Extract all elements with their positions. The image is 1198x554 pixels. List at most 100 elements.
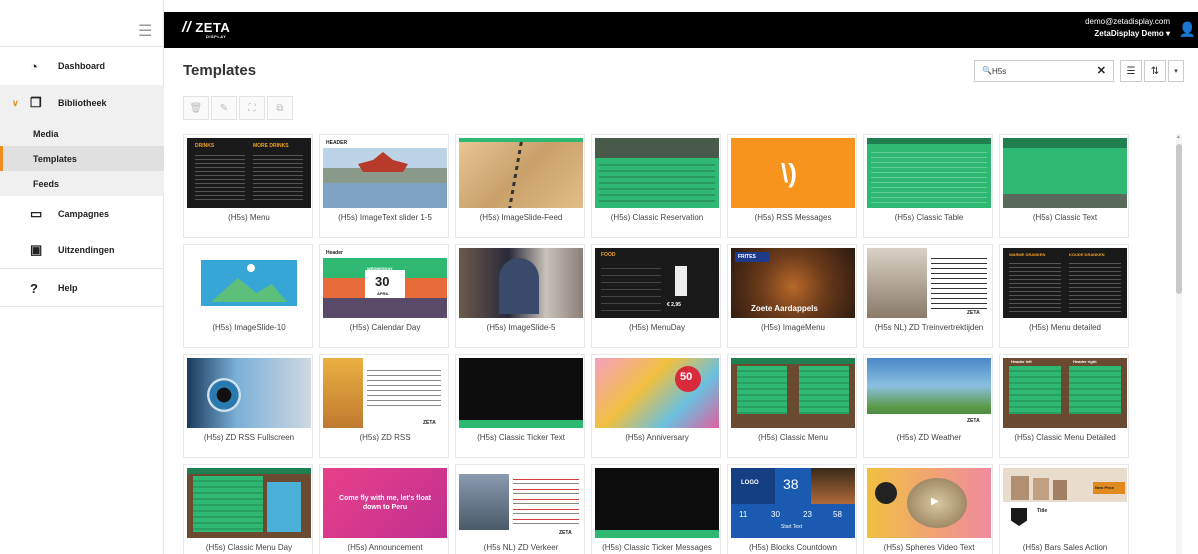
template-thumbnail: ZETA xyxy=(459,468,583,538)
template-card[interactable]: FOOD € 2,95 (H5s) MenuDay xyxy=(591,244,721,348)
help-icon: ? xyxy=(30,280,38,296)
action-toolbar: 🗑 ✎ ⛶ ⧉ xyxy=(183,96,293,120)
preview-button[interactable]: ⛶ xyxy=(239,96,265,120)
template-name: (H5s) Classic Ticker Messages xyxy=(602,543,712,552)
template-card[interactable]: (H5s) Classic Ticker Messages xyxy=(591,464,721,554)
template-thumbnail: Come fly with me, let's float down to Pe… xyxy=(323,468,447,538)
delete-button[interactable]: 🗑 xyxy=(183,96,209,120)
scroll-up-icon[interactable]: ▲ xyxy=(1176,134,1181,140)
template-card[interactable]: DRINKS MORE DRINKS (H5s) Menu xyxy=(183,134,313,238)
template-name: (H5s) Classic Table xyxy=(894,213,964,222)
thumb-text: FOOD xyxy=(601,252,616,258)
chevron-down-icon: ▾ xyxy=(1174,68,1178,75)
template-card[interactable]: HEADER (H5s) ImageText slider 1-5 xyxy=(319,134,449,238)
zeta-logo[interactable]: //ZETA DISPLAY xyxy=(182,19,230,39)
template-card[interactable]: (H5s) Classic Reservation xyxy=(591,134,721,238)
template-thumbnail: Header WEDNESDAY 30 APRIL xyxy=(323,248,447,318)
thumb-text: WARME DRANKEN xyxy=(1009,252,1046,257)
scrollbar-thumb[interactable] xyxy=(1176,144,1182,294)
sidebar-subitem-media[interactable]: Media xyxy=(0,121,164,146)
thumb-text: 30 xyxy=(771,510,780,519)
hamburger-menu-icon[interactable]: ☰ xyxy=(138,21,152,41)
thumb-text: 38 xyxy=(783,476,799,492)
user-avatar-icon[interactable]: 👤 xyxy=(1179,21,1196,38)
template-thumbnail: ▶ xyxy=(867,468,991,538)
template-name: (H5s) Classic Menu xyxy=(758,433,828,442)
template-name: (H5s) ImageSlide-Feed xyxy=(479,213,563,222)
template-thumbnail: HEADER xyxy=(323,138,447,208)
template-card[interactable]: ZETA (H5s NL) ZD Verkeer xyxy=(455,464,585,554)
template-card[interactable]: Header WEDNESDAY 30 APRIL (H5s) Calendar… xyxy=(319,244,449,348)
template-card[interactable]: New Price Title (H5s) Bars Sales Action xyxy=(999,464,1129,554)
sidebar-item-help[interactable]: ? Help xyxy=(0,270,164,306)
copy-button[interactable]: ⧉ xyxy=(267,96,293,120)
sidebar: ☰ ◔ Dashboard ∨ ❐ Bibliotheek Media Temp… xyxy=(0,0,164,554)
list-view-button[interactable]: ☰ xyxy=(1120,60,1142,82)
template-thumbnail: \) xyxy=(731,138,855,208)
template-thumbnail: ZETA xyxy=(323,358,447,428)
template-card[interactable]: Header left Header right (H5s) Classic M… xyxy=(999,354,1129,458)
template-name: (H5s NL) ZD Verkeer xyxy=(483,543,559,552)
template-card[interactable]: 50 (H5s) Anniversary xyxy=(591,354,721,458)
template-thumbnail xyxy=(595,468,719,538)
template-name: (H5s) Spheres Video Text xyxy=(883,543,975,552)
template-card[interactable]: FRITES Zoete Aardappels (H5s) ImageMenu xyxy=(727,244,857,348)
template-thumbnail: Header left Header right xyxy=(1003,358,1127,428)
template-name: (H5s) Classic Text xyxy=(1032,213,1098,222)
template-card[interactable]: LOGO 38 11 30 23 58 Start Text (H5s) Blo… xyxy=(727,464,857,554)
template-thumbnail: WARME DRANKEN KOUDE DRANKEN xyxy=(1003,248,1127,318)
divider xyxy=(0,306,164,307)
template-name: (H5s) ZD RSS Fullscreen xyxy=(203,433,295,442)
thumb-text: Zoete Aardappels xyxy=(751,304,818,313)
sidebar-item-dashboard[interactable]: ◔ Dashboard xyxy=(0,48,164,84)
edit-button[interactable]: ✎ xyxy=(211,96,237,120)
template-name: (H5s) ImageSlide-10 xyxy=(212,323,286,332)
template-card[interactable]: (H5s) ZD RSS Fullscreen xyxy=(183,354,313,458)
template-card[interactable]: (H5s) Classic Ticker Text xyxy=(455,354,585,458)
thumb-text: Header right xyxy=(1073,359,1097,364)
template-thumbnail xyxy=(187,468,311,538)
sidebar-item-label: Dashboard xyxy=(58,61,106,71)
template-card[interactable]: (H5s) Classic Table xyxy=(863,134,993,238)
template-card[interactable]: ZETA (H5s) ZD RSS xyxy=(319,354,449,458)
template-card[interactable]: (H5s) Classic Menu Day xyxy=(183,464,313,554)
sidebar-subitem-feeds[interactable]: Feeds xyxy=(0,171,164,196)
template-thumbnail xyxy=(1003,138,1127,208)
template-name: (H5s) Blocks Countdown xyxy=(748,543,838,552)
divider xyxy=(0,268,164,269)
sidebar-item-label: Uitzendingen xyxy=(58,245,115,255)
sidebar-subitem-templates[interactable]: Templates xyxy=(0,146,164,171)
user-menu[interactable]: demo@zetadisplay.com ZetaDisplay Demo ▾ xyxy=(1085,16,1170,40)
clear-search-icon[interactable]: ✕ xyxy=(1097,64,1106,77)
sidebar-item-campagnes[interactable]: ▭ Campagnes xyxy=(0,196,164,232)
template-card[interactable]: ZETA (H5s NL) ZD Treinvertrektijden xyxy=(863,244,993,348)
template-name: (H5s) Classic Reservation xyxy=(610,213,704,222)
template-thumbnail: ZETA xyxy=(867,248,991,318)
template-card[interactable]: WARME DRANKEN KOUDE DRANKEN (H5s) Menu d… xyxy=(999,244,1129,348)
sidebar-item-bibliotheek[interactable]: ∨ ❐ Bibliotheek xyxy=(0,85,164,121)
template-name: (H5s) Classic Menu Detailed xyxy=(1014,433,1116,442)
sort-dropdown-button[interactable]: ▾ xyxy=(1168,60,1184,82)
template-card[interactable]: \) (H5s) RSS Messages xyxy=(727,134,857,238)
sort-button[interactable]: ⇅ xyxy=(1144,60,1166,82)
template-thumbnail xyxy=(459,358,583,428)
trash-icon: 🗑 xyxy=(189,102,203,114)
template-card[interactable]: ▶ (H5s) Spheres Video Text xyxy=(863,464,993,554)
search-box[interactable]: 🔍 ✕ xyxy=(974,60,1114,82)
template-name: (H5s) RSS Messages xyxy=(754,213,832,222)
template-name: (H5s) Calendar Day xyxy=(349,323,421,332)
zeta-logo-mark-icon: // xyxy=(182,19,192,36)
template-card[interactable]: (H5s) Classic Text xyxy=(999,134,1129,238)
template-card[interactable]: (H5s) ImageSlide-10 xyxy=(183,244,313,348)
broadcast-icon: ▣ xyxy=(30,242,43,257)
template-thumbnail: LOGO 38 11 30 23 58 Start Text xyxy=(731,468,855,538)
template-card[interactable]: (H5s) Classic Menu xyxy=(727,354,857,458)
template-card[interactable]: (H5s) ImageSlide-Feed xyxy=(455,134,585,238)
sidebar-item-uitzendingen[interactable]: ▣ Uitzendingen xyxy=(0,232,164,268)
template-card[interactable]: ZETA (H5s) ZD Weather xyxy=(863,354,993,458)
search-input[interactable] xyxy=(992,65,1082,77)
template-card[interactable]: Come fly with me, let's float down to Pe… xyxy=(319,464,449,554)
pencil-icon: ✎ xyxy=(219,102,229,114)
scrollbar[interactable]: ▲ xyxy=(1174,134,1184,554)
template-card[interactable]: (H5s) ImageSlide-5 xyxy=(455,244,585,348)
